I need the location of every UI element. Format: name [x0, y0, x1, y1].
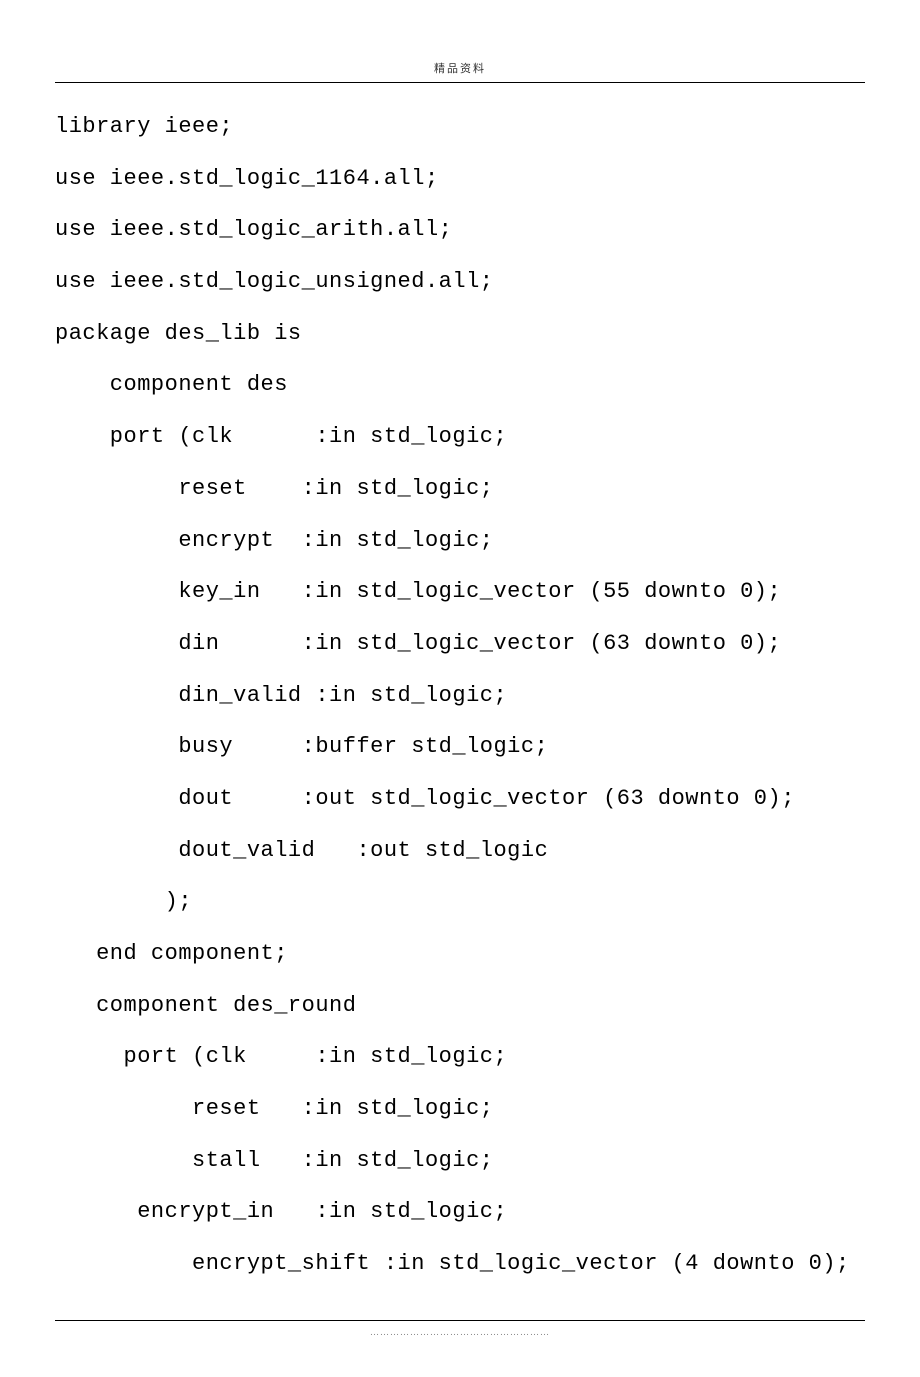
footer-rule — [55, 1320, 865, 1321]
code-block: library ieee; use ieee.std_logic_1164.al… — [55, 101, 865, 1290]
page-header: 精品资料 — [55, 60, 865, 76]
header-rule — [55, 82, 865, 83]
document-page: 精品资料 library ieee; use ieee.std_logic_11… — [0, 0, 920, 1377]
footer-dots: ……………………………………………… — [55, 1327, 865, 1337]
